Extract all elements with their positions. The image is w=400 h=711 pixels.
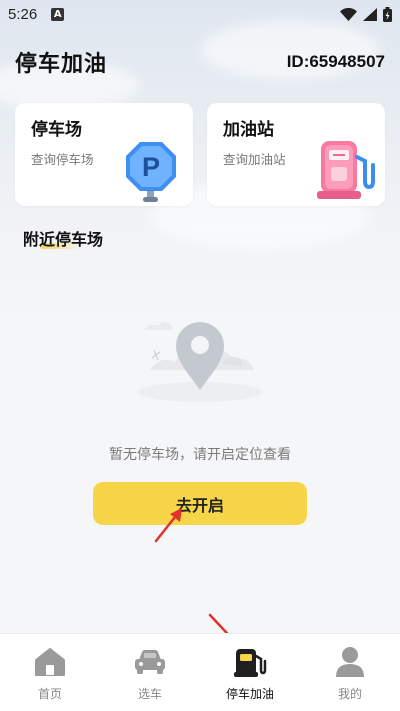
status-bar: 5:26 A <box>0 0 400 28</box>
status-time: 5:26 <box>8 5 38 23</box>
bottom-tab-bar: 首页 选车 停车加油 我的 <box>0 633 400 711</box>
tab-car-label: 选车 <box>137 687 162 701</box>
nearby-parking-title: 附近停车场 <box>23 230 104 249</box>
user-icon <box>332 644 368 680</box>
battery-icon <box>383 6 392 22</box>
gas-station-card[interactable]: 加油站 查询加油站 <box>207 103 385 206</box>
parking-sign-icon: P <box>126 142 176 202</box>
parking-card-title: 停车场 <box>31 120 82 140</box>
annotation-arrow-button <box>154 508 182 543</box>
fuel-pump-illustration-icon <box>317 141 375 199</box>
parking-sign-letter: P <box>142 152 160 182</box>
tab-parking-fuel[interactable]: 停车加油 <box>200 634 300 711</box>
empty-state-message: 暂无停车场，请开启定位查看 <box>109 447 291 463</box>
tab-car[interactable]: 选车 <box>100 634 200 711</box>
parking-card[interactable]: 停车场 查询停车场 P <box>15 103 193 206</box>
fuel-pump-icon <box>232 644 268 680</box>
wifi-icon <box>340 7 357 21</box>
tab-home-label: 首页 <box>37 687 62 701</box>
user-id: ID:65948507 <box>286 52 385 71</box>
home-icon <box>32 644 68 680</box>
tab-mine[interactable]: 我的 <box>300 634 400 711</box>
page-title: 停车加油 <box>15 52 108 77</box>
enable-location-button[interactable]: 去开启 <box>93 482 307 525</box>
signal-icon <box>363 7 377 21</box>
tab-home[interactable]: 首页 <box>0 634 100 711</box>
car-icon <box>132 644 168 680</box>
tab-mine-label: 我的 <box>337 687 362 701</box>
page-header: 停车加油 ID:65948507 <box>0 44 400 80</box>
tab-parking-fuel-label: 停车加油 <box>225 687 274 701</box>
notification-a-icon: A <box>51 7 65 21</box>
location-pin-empty-icon <box>138 322 262 402</box>
